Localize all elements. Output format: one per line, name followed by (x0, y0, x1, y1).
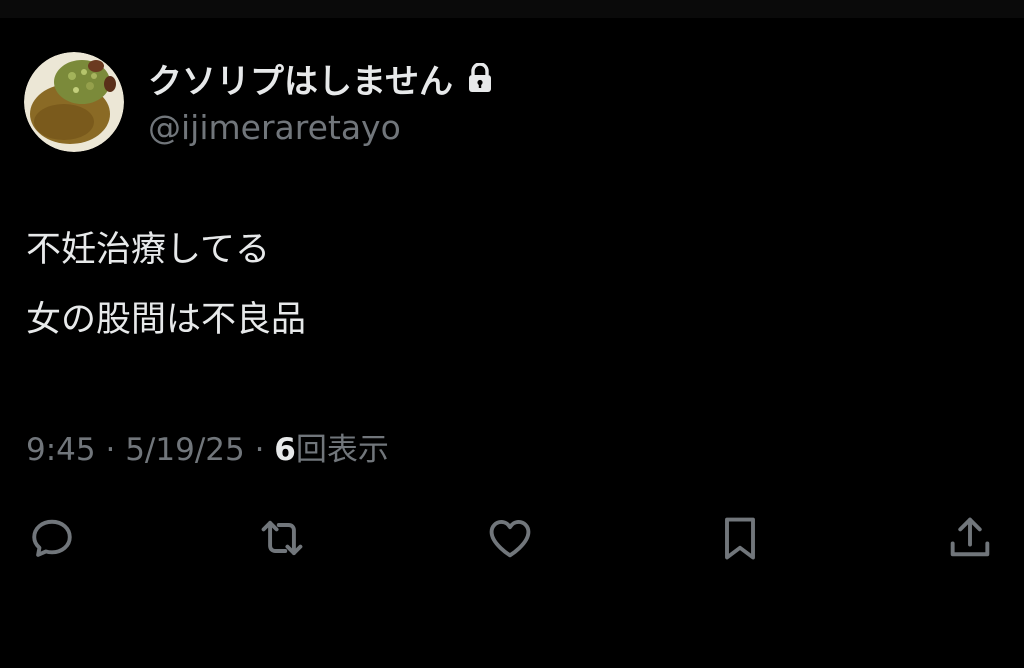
share-icon (950, 517, 990, 557)
reply-icon (32, 519, 72, 557)
tweet-time[interactable]: 9:45 (26, 432, 96, 468)
like-button[interactable] (482, 510, 538, 566)
like-icon (489, 520, 531, 558)
avatar-image (24, 52, 124, 152)
user-handle[interactable]: @ijimeraretayo (148, 108, 401, 147)
top-bar (0, 0, 1024, 18)
meta-separator: · (254, 432, 265, 468)
lock-icon (468, 63, 491, 92)
retweet-icon (261, 520, 303, 556)
tweet-date[interactable]: 5/19/25 (125, 432, 245, 468)
display-name-row[interactable]: クソリプはしません (148, 54, 493, 103)
tweet-line: 女の股間は不良品 (26, 300, 307, 340)
tweet-line: 不妊治療してる (26, 230, 270, 270)
display-name[interactable]: クソリプはしません (148, 54, 453, 103)
tweet-meta: 9:45 · 5/19/25 · 6回表示 (26, 424, 389, 469)
share-button[interactable] (942, 510, 998, 566)
tweet-text: 不妊治療してる 女の股間は不良品 (26, 226, 306, 366)
bookmark-icon (725, 517, 755, 560)
avatar[interactable] (24, 52, 124, 152)
reply-button[interactable] (24, 510, 80, 566)
action-bar (0, 510, 1024, 566)
bookmark-button[interactable] (712, 510, 768, 566)
meta-separator: · (105, 432, 116, 468)
views-label: 回表示 (295, 432, 389, 468)
retweet-button[interactable] (254, 510, 310, 566)
views-count: 6 (274, 432, 296, 468)
